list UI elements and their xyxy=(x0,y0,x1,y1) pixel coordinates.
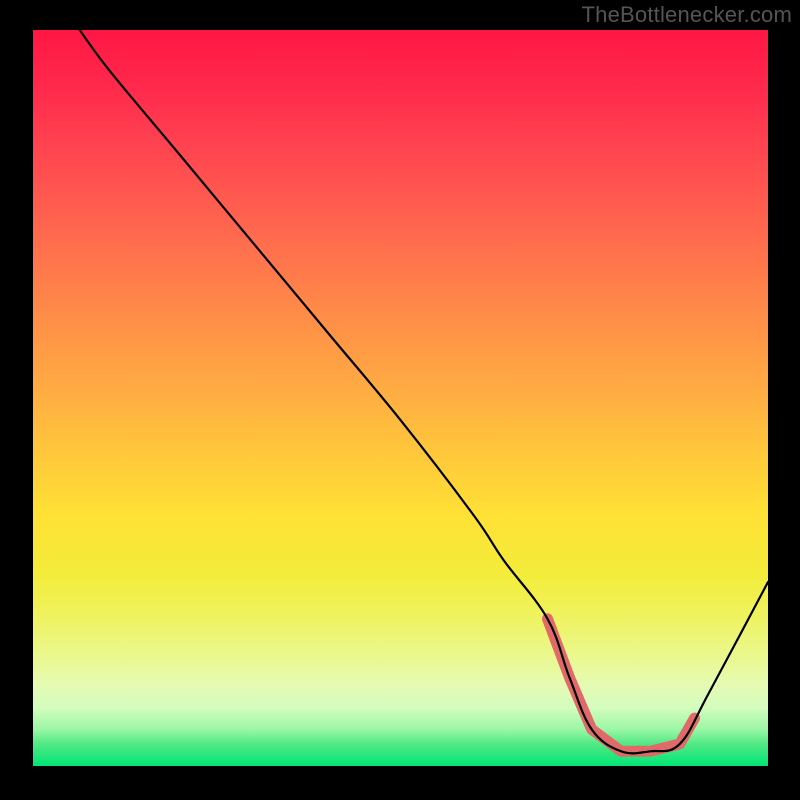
attribution-text: TheBottlenecker.com xyxy=(582,2,792,28)
chart-highlight-segment xyxy=(548,619,695,751)
chart-plot-area xyxy=(33,30,768,766)
chart-line xyxy=(70,30,768,753)
chart-svg xyxy=(33,30,768,766)
